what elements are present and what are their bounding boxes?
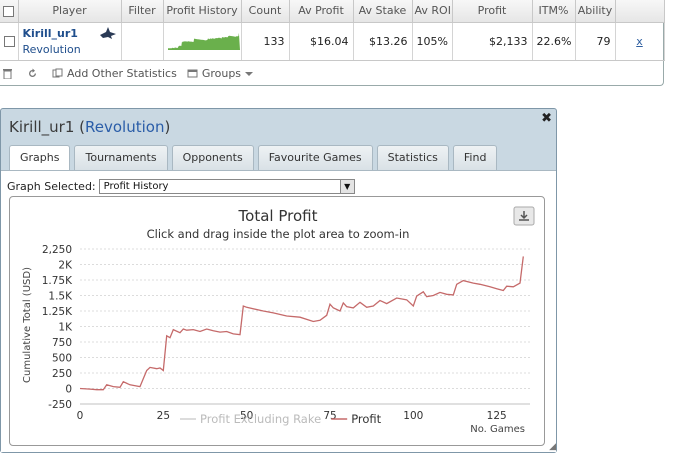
series-line-profit[interactable]: [79, 256, 524, 391]
groups-dropdown[interactable]: Groups: [187, 67, 258, 80]
table-header-row: Player Filter Profit History Count Av Pr…: [0, 0, 665, 23]
window-tabs: Graphs Tournaments Opponents Favourite G…: [9, 145, 501, 171]
y-axis-label: Cumulative Total (USD): [22, 267, 33, 383]
tab-graphs[interactable]: Graphs: [9, 145, 71, 171]
y-tick-label: 750: [52, 337, 72, 349]
refresh-button[interactable]: [27, 68, 42, 79]
graph-select[interactable]: Profit History ▼: [98, 179, 355, 194]
y-tick-label: 1K: [58, 322, 73, 334]
add-statistics-button[interactable]: Add Other Statistics: [52, 67, 177, 80]
col-header-av-roi[interactable]: Av ROI: [412, 0, 453, 23]
ability-cell: 79: [575, 22, 616, 61]
player-cell: Kirill_ur1 Revolution: [18, 22, 122, 61]
download-button[interactable]: [513, 206, 535, 226]
window-body: Graph Selected: Profit History ▼ -250 0 25…: [1, 170, 556, 452]
y-tick-label: 1.5K: [48, 291, 73, 303]
table-row: Kirill_ur1 Revolution 133 $16.04 $13.26 …: [0, 22, 665, 61]
col-header-profit[interactable]: Profit: [452, 0, 533, 23]
y-tick-label: 1.25K: [42, 306, 73, 318]
graph-select-value: Profit History: [103, 181, 169, 192]
av-roi-cell: 105%: [412, 22, 453, 61]
chevron-down-icon: [245, 71, 254, 76]
profit-history-cell[interactable]: [163, 22, 242, 61]
tab-statistics[interactable]: Statistics: [376, 145, 449, 170]
col-header-player[interactable]: Player: [18, 0, 122, 23]
player-site: Revolution: [22, 42, 81, 56]
x-axis-label: No. Games: [470, 424, 525, 435]
groups-label: Groups: [201, 67, 242, 80]
tab-opponents[interactable]: Opponents: [171, 145, 254, 170]
y-axis-ticks: -250 0 250 500 750 1K 1.25K 1.5K 1.75K 2K 2,250: [42, 244, 73, 411]
refresh-icon: [29, 68, 36, 77]
groups-icon: [187, 69, 198, 78]
select-all-checkbox[interactable]: [0, 0, 19, 23]
delete-button[interactable]: [2, 68, 17, 79]
x-tick-label: 0: [77, 410, 84, 422]
y-tick-label: 1.75K: [42, 275, 73, 287]
chart-subtitle: Click and drag inside the plot area to z…: [147, 227, 410, 241]
profit-chart[interactable]: -250 0 250 500 750 1K 1.25K 1.5K 1.75K 2K 2,250 0 2…: [10, 197, 544, 445]
y-tick-label: 2K: [58, 260, 73, 272]
table-toolbar: Add Other Statistics Groups: [0, 61, 663, 87]
filter-cell[interactable]: [121, 22, 164, 61]
x-tick-label: 75: [323, 410, 336, 422]
y-tick-label: 500: [52, 353, 72, 365]
graph-selected-label: Graph Selected:: [7, 180, 96, 193]
chart-frame: -250 0 250 500 750 1K 1.25K 1.5K 1.75K 2K 2,250 0 2…: [9, 196, 545, 446]
col-header-remove: [615, 0, 665, 23]
stats-panel: Player Filter Profit History Count Av Pr…: [0, 0, 665, 87]
col-header-av-profit[interactable]: Av Profit: [289, 0, 354, 23]
add-statistics-label: Add Other Statistics: [67, 67, 177, 80]
window-player-name: Kirill_ur1: [9, 118, 75, 136]
shark-icon: [99, 26, 116, 39]
row-checkbox[interactable]: [0, 22, 19, 61]
tab-favourite-games[interactable]: Favourite Games: [257, 145, 373, 170]
add-columns-icon: [52, 68, 63, 78]
itm-cell: 22.6%: [532, 22, 576, 61]
y-tick-label: 2,250: [42, 244, 72, 256]
window-title: Kirill_ur1 (Revolution): [9, 118, 171, 136]
legend-item[interactable]: Profit Excluding Rake: [200, 412, 321, 426]
chart-legend: Profit Excluding Rake Profit: [180, 412, 382, 426]
chart-title: Total Profit: [238, 207, 318, 225]
select-arrow-icon: ▼: [339, 180, 354, 193]
tab-tournaments[interactable]: Tournaments: [74, 145, 168, 170]
av-stake-cell: $13.26: [353, 22, 413, 61]
remove-row-link[interactable]: x: [636, 35, 643, 48]
y-tick-label: 250: [52, 368, 72, 380]
resize-grip-icon[interactable]: ◢: [549, 442, 556, 452]
remove-cell: x: [615, 22, 665, 61]
y-tick-label: 0: [65, 384, 72, 396]
x-tick-label: 125: [487, 410, 507, 422]
legend-item[interactable]: Profit: [351, 412, 381, 426]
close-icon[interactable]: ✖: [541, 111, 552, 126]
col-header-ability[interactable]: Ability: [575, 0, 616, 23]
x-tick-label: 100: [403, 410, 423, 422]
window-site-link[interactable]: Revolution: [85, 118, 164, 136]
trash-icon: [3, 69, 12, 79]
profit-cell: $2,133: [452, 22, 533, 61]
col-header-profit-history[interactable]: Profit History: [163, 0, 242, 23]
y-tick-label: -250: [48, 399, 72, 411]
col-header-av-stake[interactable]: Av Stake: [353, 0, 413, 23]
stats-table: Player Filter Profit History Count Av Pr…: [0, 0, 665, 61]
chart-grid: [80, 248, 530, 405]
graph-select-row: Graph Selected: Profit History ▼: [7, 179, 355, 194]
col-header-count[interactable]: Count: [241, 0, 290, 23]
profit-history-sparkline: [167, 32, 240, 50]
count-cell: 133: [241, 22, 290, 61]
player-window: Kirill_ur1 (Revolution) ✖ Graphs Tournam…: [0, 108, 557, 453]
tab-find[interactable]: Find: [452, 145, 498, 170]
series-layer: [79, 256, 524, 391]
col-header-itm[interactable]: ITM%: [532, 0, 576, 23]
col-header-filter[interactable]: Filter: [121, 0, 164, 23]
x-tick-label: 25: [157, 410, 170, 422]
av-profit-cell: $16.04: [289, 22, 354, 61]
